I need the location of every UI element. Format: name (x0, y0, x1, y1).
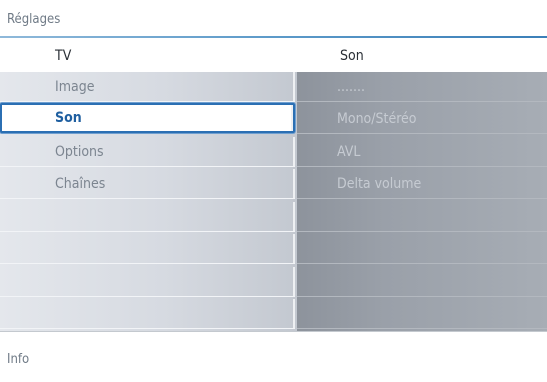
menu-item-son[interactable]: Son (0, 103, 295, 133)
menu-item-label: Image (55, 79, 95, 95)
submenu-item-label: AVL (337, 144, 361, 160)
submenu-title: Son (340, 48, 364, 64)
info-bar: Info (0, 331, 547, 382)
submenu-item-empty (297, 234, 547, 264)
submenu-item-delta-volume[interactable]: Delta volume (297, 169, 547, 199)
menu-item-empty[interactable] (0, 299, 295, 329)
submenu-item-mono-stereo[interactable]: Mono/Stéréo (297, 104, 547, 134)
title-bar: Réglages (0, 0, 547, 36)
settings-menu-window: Réglages TV Son Image Son Options Chaîne… (0, 0, 547, 382)
info-label: Info (7, 352, 30, 367)
submenu-item-label: Delta volume (337, 176, 422, 192)
right-submenu-panel: ....... Mono/Stéréo AVL Delta volume (297, 72, 547, 331)
submenu-item-empty (297, 299, 547, 329)
menu-item-label: Options (55, 144, 104, 160)
breadcrumb-tv: TV (55, 48, 72, 64)
submenu-item-label: Mono/Stéréo (337, 111, 417, 127)
menu-item-empty[interactable] (0, 267, 295, 297)
left-menu-panel: Image Son Options Chaînes (0, 72, 297, 331)
submenu-item-label: ....... (337, 79, 365, 95)
menu-item-label: Son (55, 110, 82, 126)
menu-title: Réglages (7, 12, 61, 27)
submenu-item-empty (297, 267, 547, 297)
submenu-item-avl[interactable]: AVL (297, 137, 547, 167)
menu-item-image[interactable]: Image (0, 72, 295, 102)
submenu-item-empty (297, 202, 547, 232)
menu-item-empty[interactable] (0, 202, 295, 232)
menu-item-options[interactable]: Options (0, 137, 295, 167)
menu-header-row: TV Son (0, 38, 547, 73)
menu-item-label: Chaînes (55, 176, 106, 192)
menu-item-empty[interactable] (0, 234, 295, 264)
submenu-item-placeholder[interactable]: ....... (297, 72, 547, 102)
menu-item-chaines[interactable]: Chaînes (0, 169, 295, 199)
